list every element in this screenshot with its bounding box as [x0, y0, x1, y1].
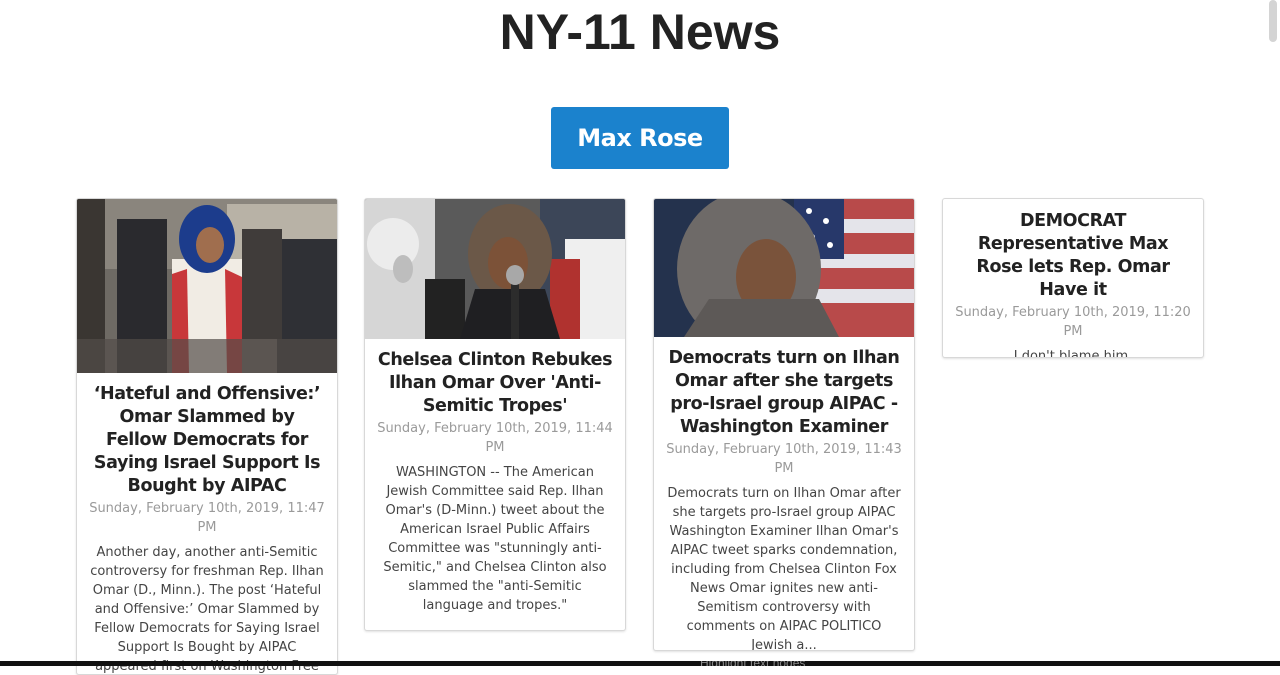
- article-description: WASHINGTON -- The American Jewish Commit…: [383, 465, 607, 613]
- article-title[interactable]: ‘Hateful and Offensive:’ Omar Slammed by…: [89, 383, 325, 498]
- article-description: Another day, another anti-Semitic contro…: [90, 545, 324, 674]
- article-date: Sunday, February 10th, 2019, 11:20 PM: [955, 305, 1191, 339]
- article-date: Sunday, February 10th, 2019, 11:47 PM: [89, 501, 325, 535]
- article-card[interactable]: ‘Hateful and Offensive:’ Omar Slammed by…: [76, 198, 338, 675]
- article-card[interactable]: DEMOCRAT Representative Max Rose lets Re…: [942, 198, 1204, 358]
- article-title[interactable]: Chelsea Clinton Rebukes Ilhan Omar Over …: [377, 349, 613, 418]
- taskbar: [0, 661, 1280, 666]
- article-image: [654, 199, 914, 337]
- article-description: Democrats turn on Ilhan Omar after she t…: [667, 486, 901, 651]
- article-image: [77, 199, 337, 373]
- max-rose-filter-button[interactable]: Max Rose: [551, 107, 729, 169]
- article-image: [365, 199, 625, 339]
- article-date: Sunday, February 10th, 2019, 11:43 PM: [666, 442, 902, 476]
- article-title[interactable]: DEMOCRAT Representative Max Rose lets Re…: [955, 210, 1191, 302]
- article-date: Sunday, February 10th, 2019, 11:44 PM: [377, 421, 613, 455]
- article-description: I don't blame him.: [1013, 349, 1133, 358]
- taskbar-ghost-text: Highlight text nodes: [700, 661, 870, 666]
- page-title: NY-11 News: [499, 4, 781, 60]
- article-card[interactable]: Democrats turn on Ilhan Omar after she t…: [653, 198, 915, 651]
- article-title[interactable]: Democrats turn on Ilhan Omar after she t…: [666, 347, 902, 439]
- article-card[interactable]: Chelsea Clinton Rebukes Ilhan Omar Over …: [364, 198, 626, 631]
